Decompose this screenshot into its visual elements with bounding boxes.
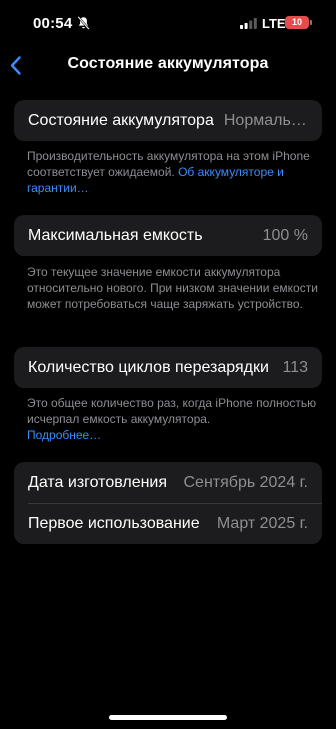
battery-icon: 10: [285, 16, 309, 29]
battery-tip: [310, 20, 312, 25]
max-capacity-group: Максимальная емкость 100 %: [14, 215, 322, 256]
battery-health-footnote: Производительность аккумулятора на этом …: [27, 148, 319, 196]
bell-slash-icon: [77, 16, 90, 30]
manufacture-date-row: Дата изготовления Сентябрь 2024 г.: [14, 462, 322, 503]
battery-health-group: Состояние аккумулятора Нормальное: [14, 100, 322, 141]
cycle-count-group: Количество циклов перезарядки 113: [14, 347, 322, 388]
page-title: Состояние аккумулятора: [67, 55, 269, 72]
max-capacity-label: Максимальная емкость: [28, 226, 203, 244]
cycle-count-footnote: Это общее количество раз, когда iPhone п…: [27, 395, 319, 443]
battery-health-label: Состояние аккумулятора: [28, 111, 214, 129]
network-type: LTE: [262, 16, 286, 31]
cycle-count-value: 113: [282, 358, 308, 376]
battery-health-value: Нормальное: [223, 111, 308, 129]
max-capacity-row: Максимальная емкость 100 %: [14, 215, 322, 256]
first-use-row: Первое использование Март 2025 г.: [14, 503, 322, 544]
learn-more-link[interactable]: Подробнее…: [27, 428, 101, 442]
manufacture-date-label: Дата изготовления: [28, 473, 168, 491]
max-capacity-value: 100 %: [262, 226, 308, 244]
cycle-count-footnote-text: Это общее количество раз, когда iPhone п…: [27, 396, 317, 426]
first-use-value: Март 2025 г.: [216, 514, 308, 532]
status-bar: 00:54 LTE 10: [0, 0, 336, 50]
battery-health-row[interactable]: Состояние аккумулятора Нормальное: [14, 100, 322, 141]
signal-icon: [240, 18, 257, 29]
battery-level: 10: [291, 17, 302, 27]
cycle-count-row: Количество циклов перезарядки 113: [14, 347, 322, 388]
manufacture-date-value: Сентябрь 2024 г.: [183, 473, 309, 491]
first-use-label: Первое использование: [28, 514, 200, 532]
home-indicator[interactable]: [109, 715, 227, 720]
max-capacity-footnote: Это текущее значение емкости аккумулятор…: [27, 265, 318, 311]
cycle-count-label: Количество циклов перезарядки: [28, 358, 269, 376]
dates-group: Дата изготовления Сентябрь 2024 г. Перво…: [14, 462, 322, 544]
status-time: 00:54: [33, 15, 73, 32]
